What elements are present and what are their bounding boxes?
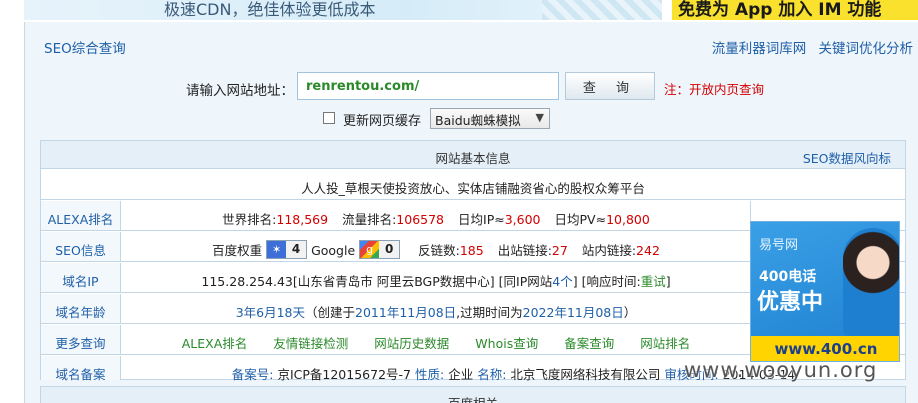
headset-agent-image — [843, 228, 899, 336]
seo-values: 百度权重 ✶ 4 Google g0 反链数:185 出站链接:27 站内链接:242 — [122, 232, 750, 261]
daily-ip-label: 日均IP≈ — [458, 212, 505, 227]
created-prefix: （创建于 — [305, 305, 356, 320]
seo-trend-link[interactable]: SEO数据风向标 — [803, 148, 891, 167]
query-button[interactable]: 查 询 — [565, 72, 655, 100]
site-title: 人人投_草根天使投资放心、实体店铺融资省心的股权众筹平台 — [41, 170, 905, 200]
more-link-whois[interactable]: Whois查询 — [475, 336, 538, 351]
daily-pv-label: 日均PV≈ — [554, 212, 607, 227]
spider-select[interactable]: Baidu蜘蛛模拟 ▼ — [430, 108, 550, 129]
chevron-down-icon: ▼ — [535, 111, 544, 124]
world-rank-value: 118,569 — [276, 212, 329, 227]
icp-nature: 企业 — [448, 367, 474, 382]
ip-value: 115.28.254.43[山东省青岛市 阿里云BGP数据中心] — [201, 274, 495, 289]
age-values: 3年6月18天（创建于2011年11月08日,过期时间为2022年11月08日） — [122, 294, 750, 323]
cdn-ad-banner[interactable]: 极速CDN，绝佳体验更低成本 — [24, 0, 662, 20]
backlinks-value: 185 — [459, 243, 484, 258]
more-link-friend-links[interactable]: 友情链接检测 — [273, 336, 348, 351]
traffic-rank-value: 106578 — [396, 212, 445, 227]
side-ad-400[interactable]: 易号网 400电话 优惠中 www.400.cn — [750, 221, 900, 362]
response-time-suffix: ] — [665, 274, 671, 289]
spider-select-value: Baidu蜘蛛模拟 — [435, 113, 521, 128]
age-suffix: ） — [623, 305, 637, 320]
icp-number: 京ICP备12015672号-7 — [277, 367, 411, 382]
keyword-library-link[interactable]: 流量利器词库网 — [712, 41, 807, 57]
icp-name-label: 名称: — [477, 367, 507, 382]
response-time-label: [响应时间: — [581, 274, 641, 289]
outbound-label: 出站链接: — [497, 243, 552, 258]
daily-pv-value: 10,800 — [606, 212, 650, 227]
alexa-values: 世界排名:118,569 流量排名:106578 日均IP≈3,600 日均PV≈10… — [122, 201, 750, 230]
baidu-section-header: 百度相关 — [40, 386, 906, 403]
google-label: Google — [311, 243, 356, 258]
query-row: 请输入网站地址： 查 询 注：开放内页查询 — [25, 72, 918, 102]
url-input-label: 请输入网站地址： — [186, 83, 294, 99]
refresh-cache-label: 更新网页缓存 — [343, 114, 422, 129]
wooyun-watermark: www.wooyun.org — [684, 358, 878, 382]
baidu-weight-value: 4 — [286, 241, 307, 258]
internal-label: 站内链接: — [581, 243, 637, 258]
side-ad-phone: 400电话 — [759, 269, 817, 285]
backlinks-label: 反链数: — [418, 243, 460, 258]
seo-query-panel: SEO综合查询 流量利器词库网 关键词优化分析 请输入网站地址： 查 询 注：开… — [24, 22, 918, 403]
refresh-cache-checkbox[interactable] — [323, 112, 335, 124]
ip-label[interactable]: 域名IP — [41, 263, 121, 292]
more-link-history[interactable]: 网站历史数据 — [374, 336, 449, 351]
more-links: ALEXA排名 友情链接检测 网站历史数据 Whois查询 备案查询 网站排名 — [122, 325, 750, 354]
outbound-value: 27 — [551, 243, 568, 258]
top-ad-strip: 极速CDN，绝佳体验更低成本 免费为 App 加入 IM 功能 — [0, 0, 918, 22]
icp-nature-label: 性质: — [414, 367, 445, 382]
internal-value: 242 — [636, 243, 660, 258]
im-ad-text: 免费为 App 加入 IM 功能 — [678, 0, 882, 20]
site-info-header: 网站基本信息 SEO数据风向标 — [41, 141, 905, 169]
seo-overview-link[interactable]: SEO综合查询 — [44, 37, 126, 57]
cdn-ad-text: 极速CDN，绝佳体验更低成本 — [164, 0, 376, 19]
side-ad-url: www.400.cn — [774, 340, 878, 358]
google-pr-value: 0 — [379, 241, 400, 258]
keyword-optimization-link[interactable]: 关键词优化分析 — [819, 41, 914, 57]
google-pr-badge[interactable]: g0 — [359, 240, 401, 259]
options-row: 更新网页缓存 Baidu蜘蛛模拟 ▼ — [25, 106, 918, 130]
expire-prefix: ,过期时间为 — [456, 305, 523, 320]
same-ip-count-link[interactable]: 4个 — [552, 274, 572, 289]
nav-right-links: 流量利器词库网 关键词优化分析 — [712, 37, 913, 57]
more-link-alexa[interactable]: ALEXA排名 — [182, 336, 248, 351]
paw-icon: ✶ — [267, 241, 287, 258]
same-ip-suffix: ] — [572, 274, 578, 289]
ip-values: 115.28.254.43[山东省青岛市 阿里云BGP数据中心] [同IP网站4… — [122, 263, 750, 292]
seo-label[interactable]: SEO信息 — [41, 232, 121, 261]
created-date: 2011年11月08日 — [355, 305, 457, 320]
alexa-label[interactable]: ALEXA排名 — [41, 201, 121, 230]
same-ip-prefix: [同IP网站 — [498, 274, 553, 289]
icp-number-label: 备案号: — [231, 367, 274, 382]
daily-ip-value: 3,600 — [504, 212, 541, 227]
expire-date: 2022年11月08日 — [522, 305, 624, 320]
top-nav: SEO综合查询 流量利器词库网 关键词优化分析 — [25, 22, 918, 66]
baidu-weight-badge[interactable]: ✶ 4 — [266, 240, 308, 259]
im-ad-banner[interactable]: 免费为 App 加入 IM 功能 — [672, 0, 918, 20]
age-label[interactable]: 域名年龄 — [41, 294, 121, 323]
more-link-rank[interactable]: 网站排名 — [640, 336, 690, 351]
side-ad-brand: 易号网 — [759, 238, 799, 253]
site-info-title: 网站基本信息 — [435, 151, 511, 166]
baidu-weight-label: 百度权重 — [212, 243, 263, 258]
side-ad-promo: 优惠中 — [757, 290, 824, 315]
domain-age-value: 3年6月18天 — [235, 305, 306, 320]
retry-link[interactable]: 重试 — [641, 274, 666, 289]
cdn-ad-decoration — [542, 0, 662, 20]
url-input[interactable] — [297, 72, 559, 100]
baidu-section-title: 百度相关 — [41, 393, 905, 403]
more-link-icp[interactable]: 备案查询 — [564, 336, 614, 351]
inner-page-note: 注：开放内页查询 — [664, 82, 765, 97]
google-icon: g — [360, 241, 380, 258]
world-rank-label: 世界排名: — [222, 212, 277, 227]
traffic-rank-label: 流量排名: — [342, 212, 397, 227]
icp-name: 北京飞度网络科技有限公司 — [510, 367, 661, 382]
more-label[interactable]: 更多查询 — [41, 325, 121, 354]
icp-label[interactable]: 域名备案 — [41, 356, 121, 382]
